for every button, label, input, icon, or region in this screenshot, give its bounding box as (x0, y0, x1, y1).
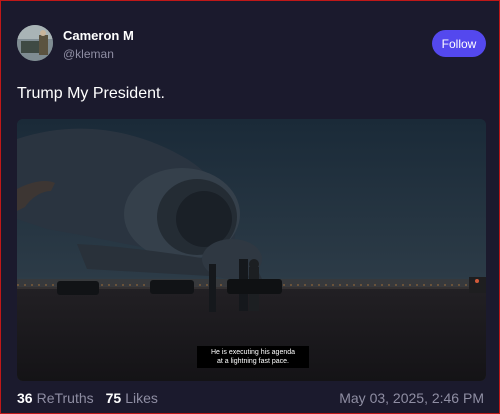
post-stats: 36 ReTruths 75 Likes (17, 390, 158, 406)
likes-count: 75 (105, 390, 122, 406)
post-video[interactable] (17, 119, 486, 381)
retruths-label: ReTruths (36, 390, 94, 406)
video-frame (17, 119, 486, 381)
avatar-image (17, 25, 53, 61)
likes-stat[interactable]: 75 Likes (106, 390, 158, 406)
video-caption-line: He is executing his agenda (210, 349, 296, 356)
post-card: Cameron M @kleman Follow Trump My Presid… (0, 0, 500, 414)
author-handle[interactable]: @kleman (63, 47, 114, 61)
author-name[interactable]: Cameron M (63, 28, 134, 43)
avatar[interactable] (17, 25, 53, 61)
retruths-count: 36 (17, 390, 33, 406)
follow-button[interactable]: Follow (432, 30, 486, 57)
post-text: Trump My President. (17, 85, 165, 102)
post-timestamp[interactable]: May 03, 2025, 2:46 PM (339, 390, 484, 406)
video-caption: He is executing his agenda at a lightnin… (197, 346, 309, 368)
retruths-stat[interactable]: 36 ReTruths (17, 390, 94, 406)
video-caption-line: at a lightning fast pace. (217, 358, 289, 365)
likes-label: Likes (125, 390, 158, 406)
